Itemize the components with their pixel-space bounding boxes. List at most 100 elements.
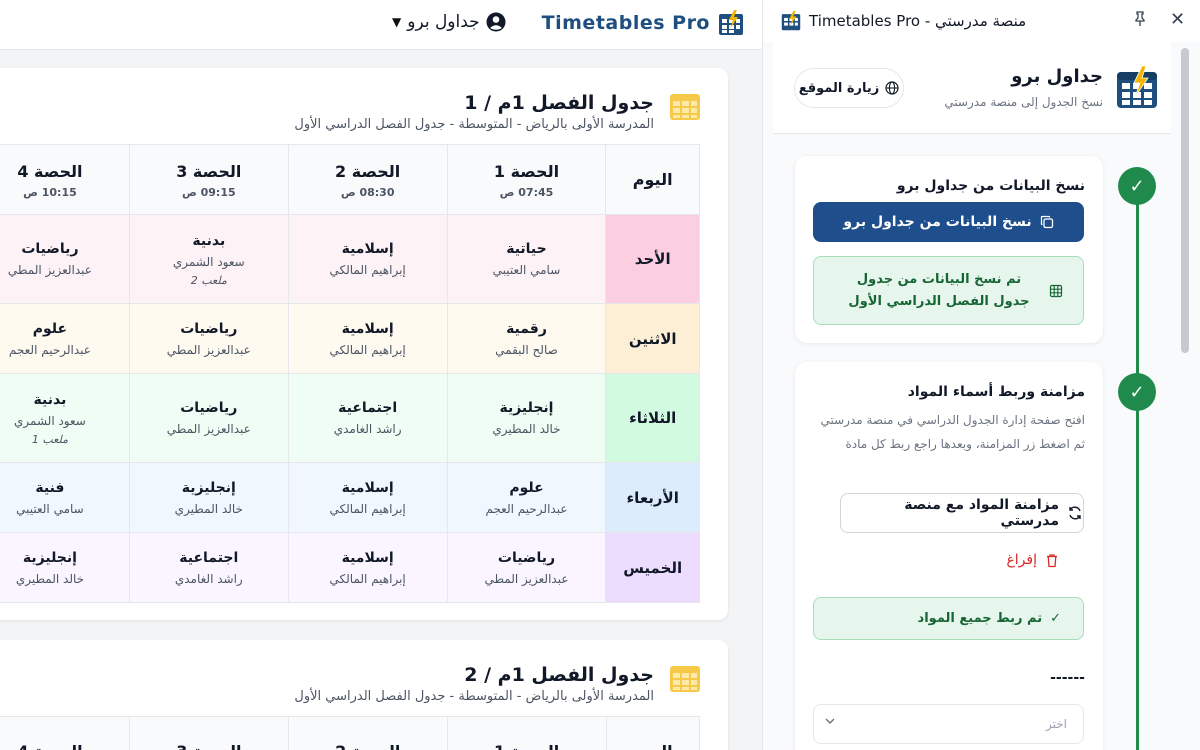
pin-icon[interactable] [1133, 11, 1147, 27]
lesson-cell[interactable]: إسلامية إبراهيم المالكي [287, 532, 448, 603]
teacher-name: إبراهيم المالكي [329, 342, 406, 357]
teacher-name: عبدالعزيز المطي [166, 422, 251, 436]
table-grid-icon [668, 90, 702, 124]
step-description: افتح صفحة إدارة الجدول الدراسي في منصة م… [820, 413, 1085, 451]
period-time: 09:15 ص [181, 185, 236, 199]
panel-title-text: Timetables Pro - منصة مدرستي [809, 12, 1027, 30]
extension-side-panel: Timetables Pro - منصة مدرستي ✕ جداول برو… [762, 0, 1200, 750]
sync-subjects-button[interactable]: مزامنة المواد مع منصة مدرستي [840, 493, 1084, 533]
lesson-cell[interactable]: بدنية سعود الشمري ملعب 2 [128, 214, 289, 304]
lesson-cell[interactable]: إسلامية إبراهيم المالكي [287, 214, 448, 304]
main-page: Timetables Pro ▼ جداول برو جدول الفصل 1م… [0, 0, 762, 750]
lesson-cell[interactable]: رياضيات عبدالعزيز المطي [128, 303, 289, 374]
lesson-cell[interactable]: بدنية سعود الشمري ملعب 1 [0, 373, 130, 463]
copy-success-text: تم نسخ البيانات من جدول جدول الفصل الدرا… [848, 271, 1030, 309]
table-grid-icon [668, 662, 702, 696]
lesson-cell[interactable]: إنجليزية خالد المطيري [0, 532, 130, 603]
subject-name: رياضيات [180, 400, 238, 416]
extension-description: نسخ الجدول إلى منصة مدرستي [944, 95, 1103, 109]
brand[interactable]: Timetables Pro [542, 10, 744, 36]
teacher-name: عبدالرحيم العجم [485, 501, 568, 516]
subject-name: رقمية [506, 320, 547, 337]
teacher-name: صالح البقمي [495, 342, 558, 357]
timetable-grid: اليوم الحصة 1 07:45 ص الحصة 2 08:30 ص الحص… [0, 144, 700, 603]
lesson-cell[interactable]: إسلامية إبراهيم المالكي [287, 303, 448, 374]
lesson-cell[interactable]: إنجليزية خالد المطيري [446, 373, 607, 463]
user-name: جداول برو [407, 12, 480, 32]
lesson-cell[interactable]: اجتماعية راشد الغامدي [287, 373, 448, 463]
lesson-cell[interactable]: رياضيات عبدالعزيز المطي [446, 532, 607, 603]
check-icon: ✓ [1118, 373, 1156, 411]
link-success-text: تم ربط جميع المواد [917, 611, 1043, 626]
copy-data-label: نسخ البيانات من جداول برو [843, 214, 1032, 230]
teacher-name: عبدالعزيز المطي [166, 342, 251, 357]
subject-name: رياضيات [21, 241, 79, 257]
period-name: الحصة 3 [130, 741, 288, 750]
panel-scrollbar[interactable] [1181, 48, 1189, 353]
extension-name: جداول برو [1011, 66, 1103, 87]
lesson-cell[interactable]: رياضيات عبدالعزيز المطي [128, 373, 289, 463]
teacher-name: سامي العتيبي [16, 501, 84, 516]
user-menu[interactable]: ▼ جداول برو [392, 12, 506, 32]
step-copy-data: نسخ البيانات من جداول برو نسخ البيانات م… [795, 156, 1103, 343]
room-name: ملعب 2 [190, 274, 227, 287]
lesson-cell[interactable]: إسلامية إبراهيم المالكي [287, 462, 448, 533]
period-name: الحصة 4 [0, 741, 129, 750]
period-time: 07:45 ص [499, 185, 554, 199]
teacher-name: خالد المطيري [174, 501, 243, 516]
lesson-cell[interactable]: علوم عبدالرحيم العجم [0, 303, 130, 374]
sync-subjects-label: مزامنة المواد مع منصة مدرستي [904, 497, 1059, 529]
table-row: الأحد حياتية سامي العتيبي إسلامية إبراهيم … [0, 214, 700, 304]
copy-data-button[interactable]: نسخ البيانات من جداول برو [813, 202, 1084, 242]
period-name: الحصة 3 [176, 161, 242, 181]
timetable-grid: اليوم الحصة 1 الحصة 2 الحصة 3 الحصة 4 [0, 716, 701, 750]
step-sync-subjects: مزامنة وربط أسماء المواد افتح صفحة إدارة… [795, 362, 1103, 750]
period-header: الحصة 3 [128, 716, 289, 750]
period-name: الحصة 4 [17, 161, 83, 181]
lesson-cell[interactable]: رقمية صالح البقمي [446, 303, 607, 374]
period-name: الحصة 1 [493, 161, 560, 181]
brand-name: Timetables Pro [541, 12, 710, 34]
day-label: الأربعاء [605, 462, 700, 533]
check-icon: ✓ [1118, 167, 1156, 205]
teacher-name: عبدالعزيز المطي [7, 263, 92, 277]
select-placeholder: اختر [1046, 717, 1067, 731]
subject-name: إنجليزية [499, 400, 554, 416]
day-column-header: اليوم [605, 144, 700, 215]
chevron-down-icon [824, 715, 836, 727]
day-label: الأحد [605, 214, 700, 304]
teacher-name: سعود الشمري [14, 414, 86, 428]
subject-name: علوم [509, 479, 544, 496]
refresh-icon [1067, 505, 1083, 521]
period-header: الحصة 3 09:15 ص [128, 144, 289, 215]
close-icon[interactable]: ✕ [1170, 9, 1185, 30]
day-column-header: اليوم [605, 716, 701, 750]
teacher-name: راشد الغامدي [174, 571, 243, 586]
page-scrollbar[interactable] [751, 50, 762, 750]
period-header: الحصة 1 07:45 ص [446, 144, 607, 215]
subject-name: إسلامية [341, 549, 394, 566]
lesson-cell[interactable]: علوم عبدالرحيم العجم [446, 462, 607, 533]
day-header-label: اليوم [632, 169, 673, 189]
period-header: الحصة 4 10:15 ص [0, 144, 130, 215]
lesson-cell[interactable]: حياتية سامي العتيبي [446, 214, 607, 304]
timetable-logo-icon [718, 10, 744, 36]
clear-button[interactable]: إفراغ [1006, 552, 1059, 568]
period-header: الحصة 2 [287, 716, 448, 750]
subject-select[interactable]: اختر [813, 704, 1084, 744]
timetable-card: جدول الفصل 1م / 2 المدرسة الأولى بالرياض… [0, 640, 728, 750]
step-title: نسخ البيانات من جداول برو [896, 178, 1085, 194]
lesson-cell[interactable]: رياضيات عبدالعزيز المطي [0, 214, 130, 304]
visit-site-button[interactable]: زيارة الموقع [794, 68, 904, 108]
teacher-name: سعود الشمري [172, 255, 245, 269]
day-label: الاثنين [605, 303, 700, 374]
steps-timeline [1136, 190, 1139, 750]
lesson-cell[interactable]: اجتماعية راشد الغامدي [128, 532, 289, 603]
table-header-row: اليوم الحصة 1 07:45 ص الحصة 2 08:30 ص الحص… [0, 144, 700, 215]
day-header-label: اليوم [607, 741, 699, 750]
globe-icon [885, 81, 899, 95]
lesson-cell[interactable]: فنية سامي العتيبي [0, 462, 130, 533]
lesson-cell[interactable]: إنجليزية خالد المطيري [128, 462, 289, 533]
period-header: الحصة 4 [0, 716, 130, 750]
teacher-name: إبراهيم المالكي [329, 571, 406, 586]
